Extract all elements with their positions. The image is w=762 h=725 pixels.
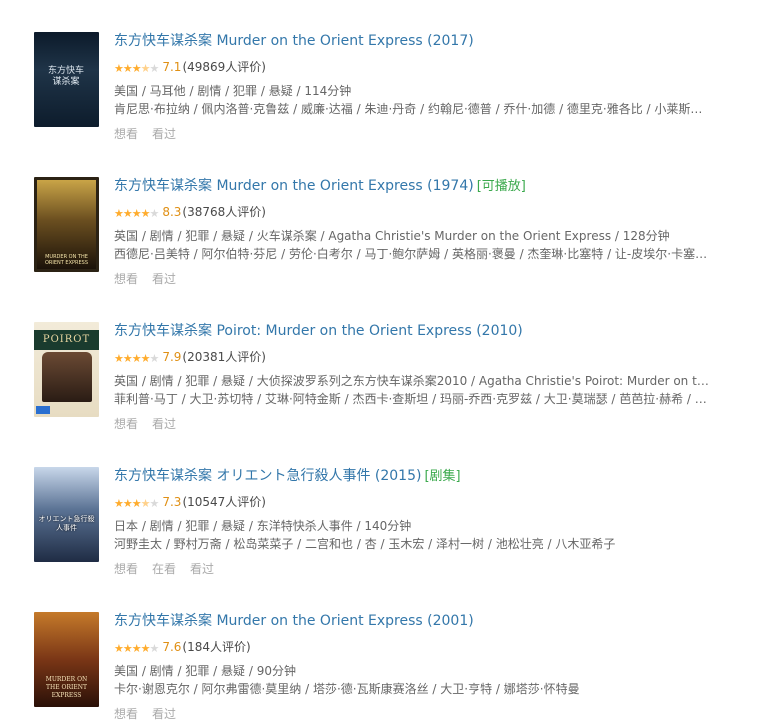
rating-stars: ★★★★★: [114, 497, 159, 510]
result-title-link[interactable]: 东方快车谋杀案 Murder on the Orient Express (20…: [114, 613, 474, 629]
poster-title: MURDER ON THE ORIENT EXPRESS: [44, 254, 88, 266]
rating-score: 7.3: [162, 495, 182, 509]
result-title-line: 东方快车谋杀案 Poirot: Murder on the Orient Exp…: [114, 322, 734, 341]
movie-poster[interactable]: オリエント急行殺人事件: [34, 467, 99, 562]
result-info: 东方快车谋杀案 Murder on the Orient Express (20…: [114, 32, 734, 142]
want-to-watch-button[interactable]: 想看: [114, 417, 138, 431]
want-to-watch-button[interactable]: 想看: [114, 562, 138, 576]
watched-button[interactable]: 看过: [152, 707, 176, 721]
result-meta: 日本 / 剧情 / 犯罪 / 悬疑 / 东洋特快杀人事件 / 140分钟: [114, 519, 412, 533]
poster-title: 东方快车谋杀案: [48, 66, 85, 87]
search-result: MURDER ON THE ORIENT EXPRESS 东方快车谋杀案 Mur…: [34, 612, 734, 722]
result-title-link[interactable]: 东方快车谋杀案 Murder on the Orient Express (19…: [114, 178, 474, 194]
result-meta: 英国 / 剧情 / 犯罪 / 悬疑 / 火车谋杀案 / Agatha Chris…: [114, 229, 670, 243]
want-to-watch-button[interactable]: 想看: [114, 127, 138, 141]
rating-line: ★★★★★ 7.6(184人评价): [114, 639, 734, 657]
result-title-link[interactable]: 东方快车谋杀案 オリエント急行殺人事件 (2015): [114, 468, 421, 484]
rating-count: (49869人评价): [182, 60, 266, 74]
watched-button[interactable]: 看过: [152, 272, 176, 286]
rating-score: 7.1: [162, 60, 182, 74]
result-meta: 美国 / 剧情 / 犯罪 / 悬疑 / 90分钟: [114, 664, 296, 678]
want-to-watch-button[interactable]: 想看: [114, 272, 138, 286]
rating-count: (20381人评价): [182, 350, 266, 364]
rating-stars: ★★★★★: [114, 207, 159, 220]
rating-count: (38768人评价): [182, 205, 266, 219]
result-info: 东方快车谋杀案 オリエント急行殺人事件 (2015) [剧集] ★★★★★ 7.3(…: [114, 467, 734, 577]
result-info: 东方快车谋杀案 Murder on the Orient Express (19…: [114, 177, 734, 287]
result-title-link[interactable]: 东方快车谋杀案 Murder on the Orient Express (20…: [114, 33, 474, 49]
rating-count: (10547人评价): [182, 495, 266, 509]
search-result: 东方快车谋杀案 东方快车谋杀案 Murder on the Orient Exp…: [34, 32, 734, 142]
result-badge[interactable]: [可播放]: [477, 179, 526, 194]
watching-button[interactable]: 在看: [152, 562, 176, 576]
result-actions: 想看 看过: [114, 126, 734, 142]
result-info: 东方快车谋杀案 Murder on the Orient Express (20…: [114, 612, 734, 722]
poster-title: オリエント急行殺人事件: [38, 515, 95, 532]
result-cast: 河野圭太 / 野村万斋 / 松岛菜菜子 / 二宫和也 / 杏 / 玉木宏 / 泽…: [114, 537, 616, 551]
result-actions: 想看 看过: [114, 271, 734, 287]
want-to-watch-button[interactable]: 想看: [114, 707, 138, 721]
rating-score: 8.3: [162, 205, 182, 219]
result-meta: 英国 / 剧情 / 犯罪 / 悬疑 / 大侦探波罗系列之东方快车谋杀案2010 …: [114, 374, 714, 388]
search-result: オリエント急行殺人事件 东方快车谋杀案 オリエント急行殺人事件 (2015) [剧…: [34, 467, 734, 577]
result-actions: 想看 看过: [114, 416, 734, 432]
rating-score: 7.6: [162, 640, 182, 654]
poster-rating-badge: [36, 406, 50, 414]
poster-portrait: [42, 352, 92, 402]
watched-button[interactable]: 看过: [190, 562, 214, 576]
result-cast: 卡尔·谢恩克尔 / 阿尔弗雷德·莫里纳 / 塔莎·德·瓦斯康赛洛丝 / 大卫·亨…: [114, 682, 580, 696]
search-result: MURDER ON THE ORIENT EXPRESS 东方快车谋杀案 Mur…: [34, 177, 734, 287]
poster-title: MURDER ON THE ORIENT EXPRESS: [45, 676, 88, 699]
rating-line: ★★★★★ 8.3(38768人评价): [114, 204, 734, 222]
result-actions: 想看 看过: [114, 706, 734, 722]
result-title-link[interactable]: 东方快车谋杀案 Poirot: Murder on the Orient Exp…: [114, 323, 523, 339]
search-result: POIROT 东方快车谋杀案 Poirot: Murder on the Ori…: [34, 322, 734, 432]
result-info: 东方快车谋杀案 Poirot: Murder on the Orient Exp…: [114, 322, 734, 432]
rating-stars: ★★★★★: [114, 642, 159, 655]
result-actions: 想看 在看 看过: [114, 561, 734, 577]
result-title-line: 东方快车谋杀案 Murder on the Orient Express (20…: [114, 32, 734, 51]
movie-poster[interactable]: MURDER ON THE ORIENT EXPRESS: [34, 177, 99, 272]
rating-line: ★★★★★ 7.9(20381人评价): [114, 349, 734, 367]
result-badge[interactable]: [剧集]: [424, 469, 460, 484]
watched-button[interactable]: 看过: [152, 417, 176, 431]
watched-button[interactable]: 看过: [152, 127, 176, 141]
rating-stars: ★★★★★: [114, 62, 159, 75]
result-cast: 菲利普·马丁 / 大卫·苏切特 / 艾琳·阿特金斯 / 杰西卡·查斯坦 / 玛丽…: [114, 392, 714, 406]
result-title-line: 东方快车谋杀案 オリエント急行殺人事件 (2015) [剧集]: [114, 467, 734, 486]
movie-poster[interactable]: MURDER ON THE ORIENT EXPRESS: [34, 612, 99, 707]
result-title-line: 东方快车谋杀案 Murder on the Orient Express (19…: [114, 177, 734, 196]
poster-title: POIROT: [42, 334, 91, 345]
rating-score: 7.9: [162, 350, 182, 364]
movie-poster[interactable]: POIROT: [34, 322, 99, 417]
result-meta: 美国 / 马耳他 / 剧情 / 犯罪 / 悬疑 / 114分钟: [114, 84, 352, 98]
movie-poster[interactable]: 东方快车谋杀案: [34, 32, 99, 127]
rating-line: ★★★★★ 7.1(49869人评价): [114, 59, 734, 77]
result-title-line: 东方快车谋杀案 Murder on the Orient Express (20…: [114, 612, 734, 631]
result-cast: 西德尼·吕美特 / 阿尔伯特·芬尼 / 劳伦·白考尔 / 马丁·鲍尔萨姆 / 英…: [114, 247, 714, 261]
rating-line: ★★★★★ 7.3(10547人评价): [114, 494, 734, 512]
rating-stars: ★★★★★: [114, 352, 159, 365]
result-cast: 肯尼思·布拉纳 / 佩内洛普·克鲁兹 / 威廉·达福 / 朱迪·丹奇 / 约翰尼…: [114, 102, 714, 116]
rating-count: (184人评价): [182, 640, 251, 654]
